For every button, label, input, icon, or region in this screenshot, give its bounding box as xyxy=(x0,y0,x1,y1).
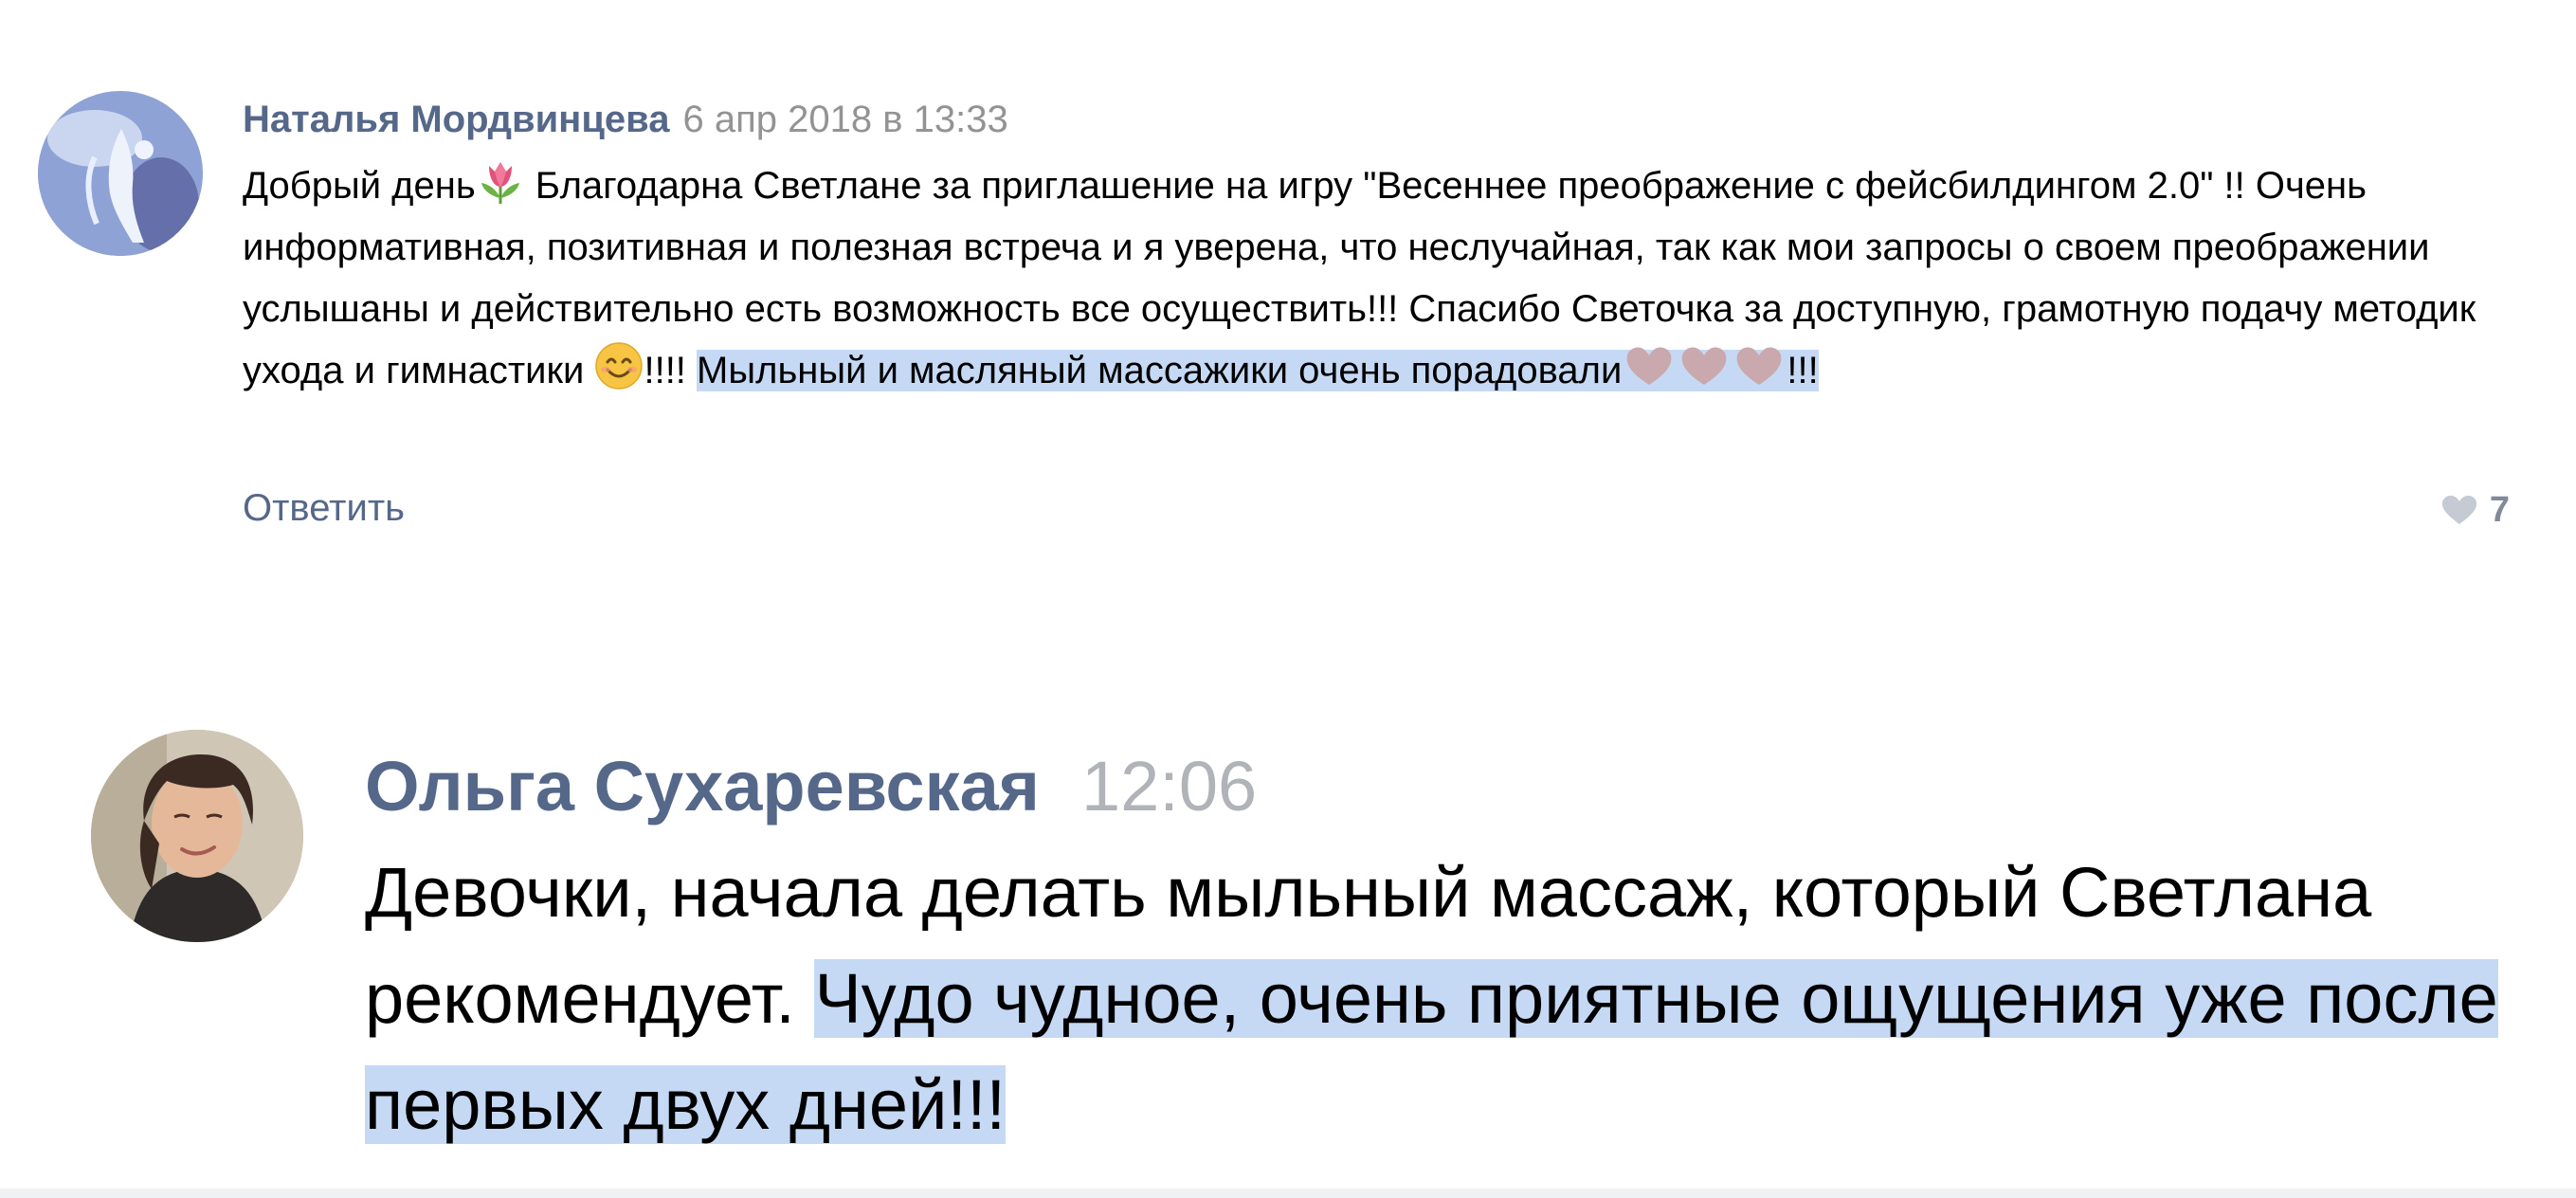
comment-1-header: Наталья Мордвинцева 6 апр 2018 в 13:33 xyxy=(243,95,1008,144)
comment-author-link[interactable]: Ольга Сухаревская xyxy=(365,747,1040,826)
highlighted-text: Мыльный и масляный массажики очень порад… xyxy=(697,350,1623,391)
comment-time-link[interactable]: 12:06 xyxy=(1081,747,1257,826)
like-button[interactable]: 7 xyxy=(2440,481,2510,538)
comment-1-avatar[interactable] xyxy=(38,91,203,256)
comments-screenshot: Наталья Мордвинцева 6 апр 2018 в 13:33 До… xyxy=(0,0,2576,1198)
avatar-photo-icon xyxy=(91,730,303,942)
comment-text-part: Добрый день xyxy=(243,165,476,207)
comment-text-part: !!!! xyxy=(644,350,698,391)
bottom-divider xyxy=(0,1189,2576,1198)
like-count: 7 xyxy=(2489,489,2510,530)
comment-2-avatar[interactable] xyxy=(91,730,303,942)
smiling-face-emoji-icon xyxy=(594,341,644,390)
reply-button[interactable]: Ответить xyxy=(243,480,405,536)
highlighted-text: !!! xyxy=(1787,350,1819,391)
comment-date-link[interactable]: 6 апр 2018 в 13:33 xyxy=(683,99,1008,140)
heart-emoji-icon xyxy=(1622,341,1677,390)
heart-emoji-icon xyxy=(1732,341,1787,390)
tulip-emoji-icon xyxy=(476,156,525,206)
comment-author-link[interactable]: Наталья Мордвинцева xyxy=(243,99,670,140)
heart-emoji-icon xyxy=(1677,341,1732,390)
comment-2-header: Ольга Сухаревская 12:06 xyxy=(365,741,1257,832)
heart-icon xyxy=(2441,495,2476,524)
comment-2-text: Девочки, начала делать мыльный массаж, к… xyxy=(365,840,2545,1158)
avatar-photo-icon xyxy=(38,91,203,256)
comment-1-text: Добрый день Благодарна Светлане за пригл… xyxy=(243,155,2536,402)
